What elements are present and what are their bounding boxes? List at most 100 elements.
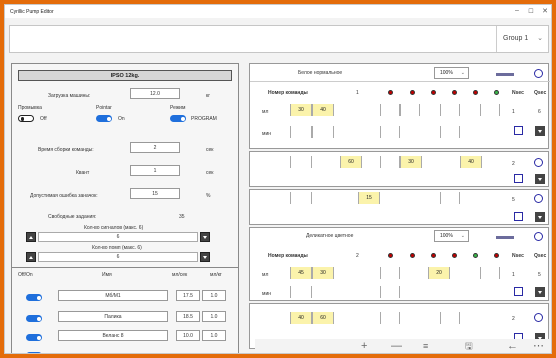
zoom-value: 100% [440,233,453,239]
red-led-icon [494,253,499,258]
cell-empty[interactable] [380,156,400,168]
load-input[interactable]: 12.0 [130,88,180,99]
cell-value[interactable]: 60 [312,312,334,324]
pumps-label: Кол-во помп (макс. 6) [92,245,142,251]
kvant-input[interactable]: 1 [130,165,180,176]
close-button[interactable]: ✕ [539,7,551,15]
dropdown-arrow-button[interactable] [535,212,545,222]
mode-state: PROGRAM [191,116,217,122]
pointar-label: Pointar [96,105,112,111]
circle-icon[interactable] [534,313,543,322]
cell-empty[interactable] [480,267,500,279]
nsec-value: 2 [512,161,515,167]
pump-name[interactable]: Веланс 8 [58,330,168,341]
kvant-label: Квант [76,170,90,176]
select-box[interactable] [514,174,523,183]
minus-bar-icon[interactable] [496,73,514,76]
select-box[interactable] [514,126,523,135]
cell-value[interactable]: 60 [340,156,362,168]
minus-bar-icon[interactable] [496,236,514,239]
pump-mlkg[interactable]: 1.0 [202,290,226,301]
cell-empty[interactable] [440,192,460,204]
mode-toggle[interactable] [170,115,186,122]
pump-toggle[interactable] [26,315,42,322]
red-led-icon [410,90,415,95]
zoom-select[interactable]: 100% ⌄ [434,230,469,242]
circle-icon[interactable] [534,158,543,167]
cell-empty[interactable] [400,104,420,116]
dropdown-arrow-button[interactable] [535,126,545,136]
circle-icon[interactable] [534,69,543,78]
signals-down-button[interactable] [200,232,210,242]
cell-value[interactable]: 45 [290,267,312,279]
cell-empty[interactable] [480,104,500,116]
pump-mlsec[interactable]: 18.5 [176,311,200,322]
zoom-select[interactable]: 100% ⌄ [434,67,469,79]
cell-value[interactable]: 30 [312,267,334,279]
pumps-up-button[interactable] [26,252,36,262]
back-icon[interactable]: ← [507,340,518,352]
select-box[interactable] [514,212,523,221]
cell-value[interactable]: 15 [358,192,380,204]
dropdown-arrow-button[interactable] [535,174,545,184]
command-number: 1 [356,90,359,96]
col-mlsec: мл/сек [172,272,188,278]
save-icon[interactable]: 🖫 [465,340,473,352]
circle-icon[interactable] [534,232,543,241]
machine-settings-panel: IPSO 12kg. Загрузка машины: 12.0 кг Пром… [11,63,239,353]
add-icon[interactable]: + [361,340,367,352]
chevron-down-icon: ⌄ [460,70,465,76]
pump-toggle[interactable] [26,352,42,353]
wash-label: Промывка [18,105,42,111]
cell-empty[interactable] [380,104,400,116]
maximize-button[interactable]: ☐ [525,8,537,15]
pointar-toggle[interactable] [96,115,112,122]
cell-empty[interactable] [290,286,312,298]
dropdown-arrow-button[interactable] [535,287,545,297]
cmd-time-input[interactable]: 2 [130,142,180,153]
cell-value[interactable]: 40 [290,312,312,324]
pump-name[interactable]: Палика [58,311,168,322]
cell-empty[interactable] [290,126,312,138]
nsec-value: 5 [512,197,515,203]
cell-empty[interactable] [312,126,334,138]
free-tasks-label: Свободные задания: [48,214,97,220]
pump-toggle[interactable] [26,334,42,341]
command-label: Номер команды [268,253,308,259]
error-input[interactable]: 15 [130,188,180,199]
nsec-value: 2 [512,316,515,322]
list-icon[interactable]: ≡ [423,340,428,352]
group-select[interactable]: Group 1 ⌄ [496,26,548,52]
cell-empty[interactable] [380,126,400,138]
cell-empty[interactable] [380,312,400,324]
more-icon[interactable]: ⋯ [533,340,544,352]
qsec-value: 5 [538,272,541,278]
pump-toggle[interactable] [26,294,42,301]
command-number: 2 [356,253,359,259]
cell-value[interactable]: 40 [312,104,334,116]
cell-empty[interactable] [380,267,400,279]
cell-value[interactable]: 20 [428,267,450,279]
signals-up-button[interactable] [26,232,36,242]
cell-value[interactable]: 30 [400,156,422,168]
cell-value[interactable]: 40 [460,156,482,168]
select-box[interactable] [514,287,523,296]
minimize-button[interactable]: – [511,7,523,14]
wash-toggle[interactable] [18,115,34,122]
pump-mlkg[interactable]: 1.0 [202,311,226,322]
cell-empty[interactable] [380,286,400,298]
cell-empty[interactable] [290,192,312,204]
cell-empty[interactable] [440,104,460,116]
remove-icon[interactable]: — [391,340,402,352]
cell-empty[interactable] [290,156,312,168]
pump-mlkg[interactable]: 1.0 [202,330,226,341]
pumps-down-button[interactable] [200,252,210,262]
pump-mlsec[interactable]: 10.0 [176,330,200,341]
pump-name[interactable]: Мб/М1 [58,290,168,301]
pump-mlsec[interactable]: 17.5 [176,290,200,301]
circle-icon[interactable] [534,194,543,203]
cell-value[interactable]: 30 [290,104,312,116]
cell-empty[interactable] [440,312,460,324]
program-title: Белое нормальное [298,70,343,76]
cell-empty[interactable] [440,126,460,138]
